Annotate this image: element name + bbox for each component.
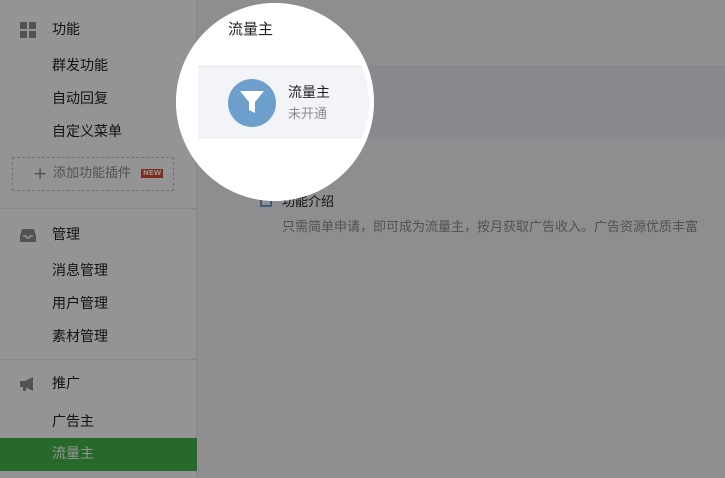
section-manage: 管理	[0, 219, 197, 251]
sidebar-item-label: 群发功能	[52, 58, 108, 74]
section-label: 推广	[52, 376, 80, 392]
new-badge: NEW	[141, 169, 164, 178]
intro-title: 功能介绍	[282, 195, 335, 210]
sidebar-item-users[interactable]: 用户管理	[0, 288, 197, 321]
sidebar-item-traffic-owner[interactable]: 流量主	[0, 438, 197, 471]
sidebar-item-label: 自定义菜单	[52, 124, 122, 140]
info-icon	[260, 195, 272, 207]
card-title: 流量主	[288, 85, 330, 101]
megaphone-icon	[20, 377, 33, 391]
inbox-icon	[20, 229, 36, 242]
section-label: 功能	[52, 22, 80, 38]
intro-description: 只需简单申请，即可成为流量主，按月获取广告收入。广告资源优质丰富	[282, 220, 699, 235]
section-promote: 推广	[0, 368, 197, 400]
divider	[0, 208, 197, 209]
sidebar-item-label: 用户管理	[52, 296, 108, 312]
sidebar: 功能 群发功能 自动回复 自定义菜单 + 添加功能插件 NEW 管理 消息管理 …	[0, 0, 197, 478]
sidebar-item-label: 自动回复	[52, 91, 108, 107]
magnifier-lens: 流量主 流量主 未开通	[181, 8, 369, 196]
sidebar-item-custom-menu[interactable]: 自定义菜单	[0, 116, 197, 149]
status-text: 未开通	[288, 107, 328, 122]
divider	[0, 359, 197, 360]
sidebar-item-auto-reply[interactable]: 自动回复	[0, 83, 197, 116]
sidebar-item-messages[interactable]: 消息管理	[0, 255, 197, 288]
status-card[interactable]: 流量主 未开通	[198, 67, 369, 139]
sidebar-item-label: 素材管理	[52, 329, 108, 345]
sidebar-item-label: 消息管理	[52, 263, 108, 279]
section-label: 管理	[52, 227, 80, 243]
grid-icon	[20, 22, 36, 38]
sidebar-item-label: 广告主	[52, 414, 94, 430]
funnel-icon	[228, 79, 276, 127]
sidebar-item-advertiser[interactable]: 广告主	[0, 406, 197, 439]
sidebar-item-materials[interactable]: 素材管理	[0, 321, 197, 354]
add-plugin-button[interactable]: + 添加功能插件 NEW	[12, 157, 174, 191]
page-title: 流量主	[228, 20, 274, 38]
add-plugin-label: 添加功能插件	[53, 166, 132, 181]
section-features: 功能	[0, 14, 197, 46]
sidebar-item-label: 流量主	[52, 446, 94, 462]
main-content-zoom: 流量主 流量主 未开通	[198, 8, 369, 196]
plus-icon: +	[33, 164, 48, 184]
sidebar-item-mass-send[interactable]: 群发功能	[0, 50, 197, 83]
